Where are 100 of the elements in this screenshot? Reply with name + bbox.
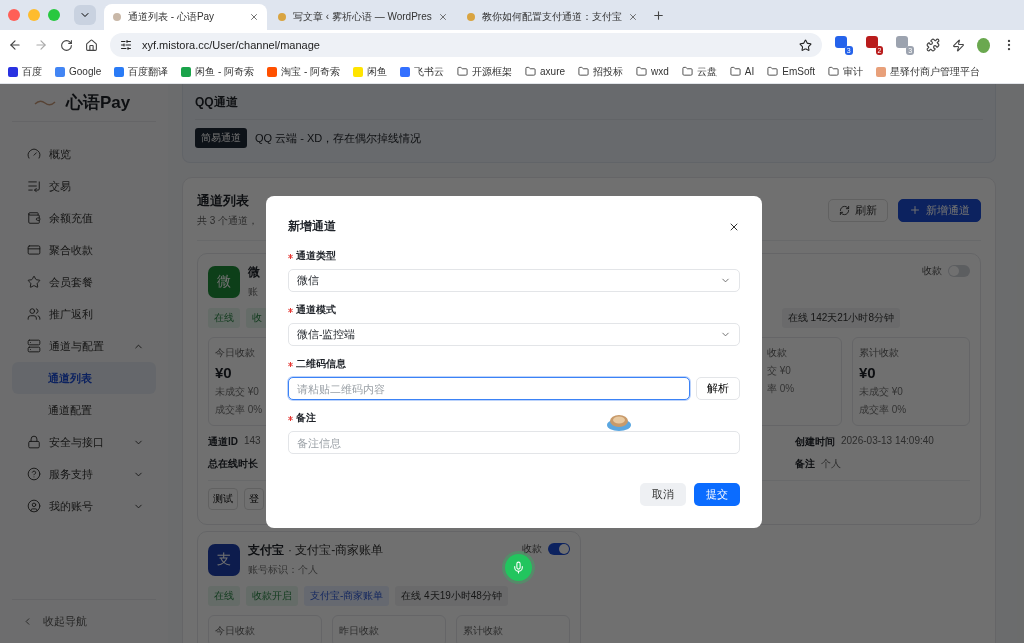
status-tag: 在线 [208,586,240,606]
bookmark[interactable]: AI [729,66,755,77]
nav-item[interactable]: 安全与接口 [12,426,156,458]
status-tag: 在线 [208,308,240,328]
nav-icon [27,147,41,161]
nav-item[interactable]: 我的账号 [12,490,156,522]
profile-avatar[interactable] [977,37,990,53]
field-label: 通道类型 [296,249,336,263]
bolt-button[interactable] [952,38,966,52]
refresh-icon [839,204,850,216]
submit-button[interactable]: 提交 [694,483,740,506]
bookmark[interactable]: 开源框架 [457,64,513,79]
logo-icon [34,98,56,107]
stat-value: ¥0 [859,364,876,381]
address-bar[interactable]: xyf.mistora.cc/User/channel/manage [110,33,822,57]
field-label: 二维码信息 [296,357,346,371]
nav-icon [27,211,41,225]
new-tab-button[interactable] [651,8,665,22]
toggle-label: 收款 [522,542,542,556]
info-label: 备注 [795,457,815,471]
folder-icon [636,66,648,77]
site-settings-icon[interactable] [120,39,132,51]
bookmark[interactable]: 闲鱼 - 阿奇索 [181,64,255,79]
site-icon [277,12,287,22]
bookmark[interactable]: 淘宝 - 阿奇索 [267,64,341,79]
folder-icon [767,66,779,77]
status-tag: 收 [246,308,268,328]
select-field[interactable]: 微信 [288,269,740,292]
nav-icon [27,435,41,449]
back-button[interactable] [8,38,22,52]
home-button[interactable] [85,38,98,52]
status-tag: 在线 4天19小时48分钟 [395,586,508,606]
site-icon [112,12,122,22]
home-icon [85,38,98,52]
reload-button[interactable] [60,38,73,52]
nav-icon [27,307,41,321]
bookmark[interactable]: 招投标 [578,64,624,79]
bookmark[interactable]: wxd [636,66,669,77]
folder-icon [457,66,469,77]
parse-button[interactable]: 解析 [696,377,740,400]
channel-name: 微 [248,264,260,281]
bookmark[interactable]: Google [55,66,102,77]
info-value: 2026-03-13 14:09:40 [841,435,934,448]
bookmark[interactable]: 飞书云 [400,64,445,79]
bookmark[interactable]: 审计 [828,64,864,79]
channel-mode: · 支付宝-商家账单 [288,542,384,559]
collect-switch[interactable] [548,543,570,555]
browser-tab[interactable]: 写文章 ‹ 雾祈心语 — WordPres [269,4,456,30]
nav-subitem[interactable]: 通道配置 [12,394,156,426]
extension-icon [834,35,848,49]
status-tag: 在线 142天21小时8分钟 [781,308,900,328]
bookmark[interactable]: 百度翻译 [114,64,169,79]
nav-item[interactable]: 交易 [12,170,156,202]
extensions-button[interactable] [926,38,941,52]
site-icon [465,12,476,22]
field-label: 备注 [296,411,316,425]
card-title: 通道列表 [197,192,250,210]
channel-name: 支付宝 [248,542,284,559]
info-label: 通道ID [208,435,238,449]
nav-item[interactable]: 通道与配置 [12,330,156,362]
close-icon[interactable] [437,12,448,22]
input-field[interactable]: 请粘贴二维码内容 [288,377,690,400]
extension-icon [895,35,910,49]
select-field[interactable]: 微信-监控端 [288,323,740,346]
close-icon[interactable] [249,12,259,22]
sticker-icon [606,412,632,432]
bookmark[interactable]: 云盘 [681,64,717,79]
notice-text: QQ 云端 - XD，存在偶尔掉线情况 [255,130,422,146]
folder-icon [681,66,693,77]
bookmark[interactable]: 闲鱼 [353,64,388,79]
bookmark-star-icon[interactable] [799,38,812,52]
nav-icon [27,179,41,193]
account-label: 账 [248,285,258,299]
nav-item[interactable]: 会员套餐 [12,266,156,298]
nav-item[interactable]: 聚合收款 [12,234,156,266]
nav-item[interactable]: 服务支持 [12,458,156,490]
nav-icon [27,243,41,257]
folder-icon [525,66,537,77]
nav-item[interactable]: 推广返利 [12,298,156,330]
notice-tag: 简易通道 [195,128,247,148]
bookmark[interactable]: 星驿付商户管理平台 [876,64,981,79]
folder-icon [729,66,741,77]
close-icon[interactable] [627,12,638,22]
bookmark[interactable]: axure [525,66,566,77]
status-tag: 支付宝-商家账单 [304,586,390,606]
refresh-button[interactable]: 刷新 [828,198,888,222]
nav-icon [27,467,41,481]
browser-tab[interactable]: 教你如何配置支付通道：支付宝 [457,4,646,30]
nav-item[interactable]: 概览 [12,138,156,170]
cancel-button[interactable]: 取消 [640,483,686,506]
nav-item[interactable]: 余额充值 [12,202,156,234]
bookmark[interactable]: 百度 [8,64,42,79]
action-button[interactable]: 登 [244,488,264,510]
bookmark[interactable]: EmSoft [767,66,816,77]
status-tag: 收款开启 [246,586,298,606]
puzzle-icon [926,38,941,52]
tab-list-button[interactable] [74,5,96,25]
action-button[interactable]: 测试 [208,488,238,510]
browser-tab[interactable]: 通道列表 - 心语Pay [104,4,267,30]
info-label: 创建时间 [795,435,835,449]
